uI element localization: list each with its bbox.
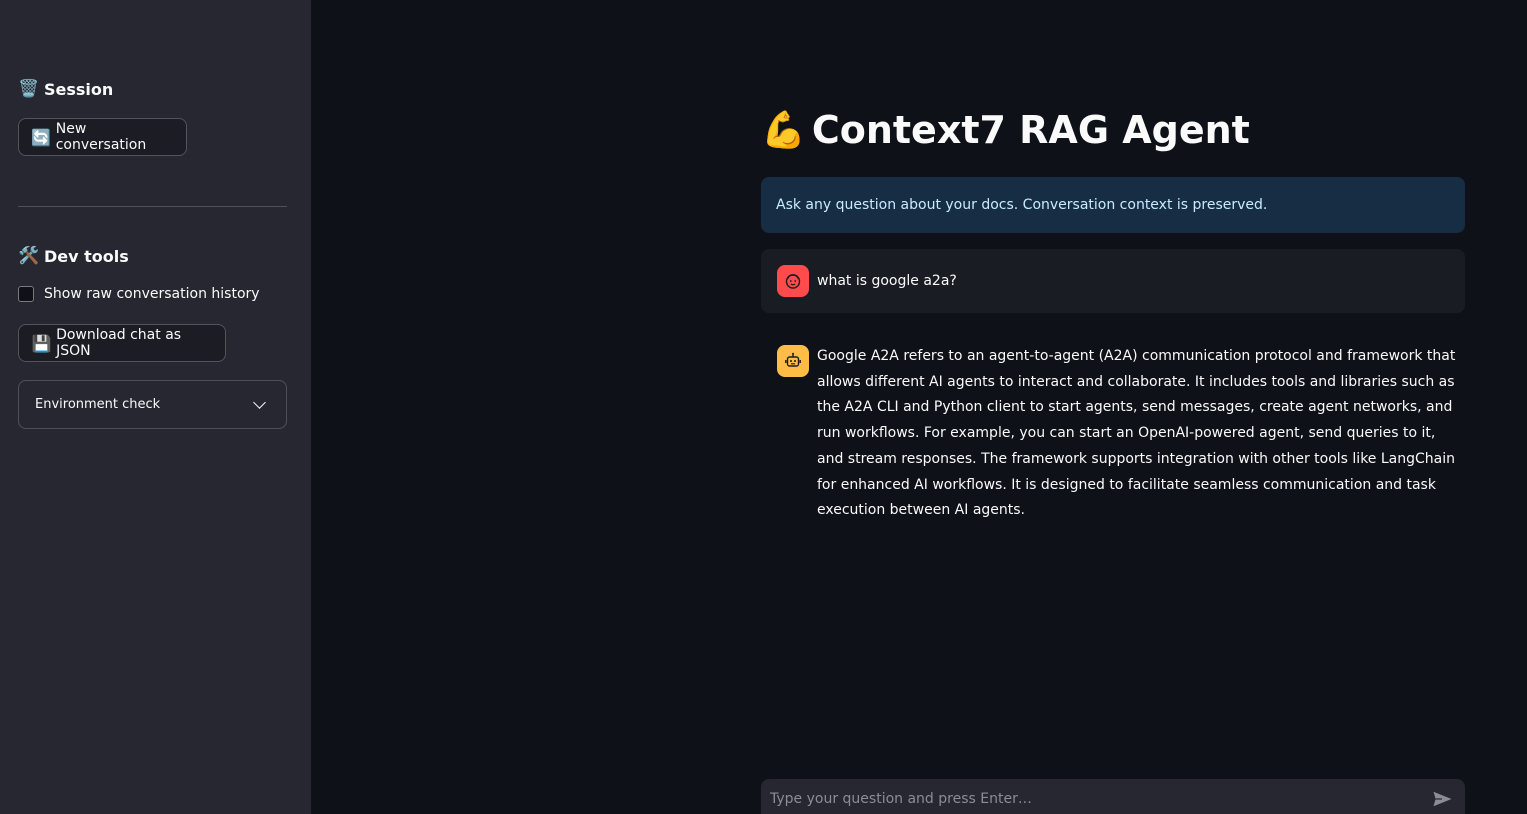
download-json-label: Download chat as JSON bbox=[56, 327, 182, 359]
refresh-icon: 🔄 bbox=[31, 127, 52, 147]
sidebar-divider bbox=[18, 206, 287, 207]
flexed-biceps-icon: 💪 bbox=[761, 110, 806, 151]
assistant-message-text: Google A2A refers to an agent-to-agent (… bbox=[817, 348, 1456, 519]
assistant-message: Google A2A refers to an agent-to-agent (… bbox=[761, 345, 1465, 524]
download-json-button[interactable]: 💾 Download chat as JSON bbox=[18, 324, 226, 362]
app: 🗑️ Session 🔄 New conversation 🛠️ Dev too… bbox=[0, 0, 1527, 814]
show-history-checkbox-row[interactable]: Show raw conversation history bbox=[18, 286, 260, 302]
session-heading: 🗑️ Session bbox=[18, 79, 113, 99]
environment-check-expander[interactable]: Environment check bbox=[18, 380, 287, 429]
environment-check-label: Environment check bbox=[35, 397, 161, 412]
send-button[interactable] bbox=[1430, 789, 1454, 809]
info-alert-text: Ask any question about your docs. Conver… bbox=[776, 197, 1268, 213]
user-message-text: what is google a2a? bbox=[817, 273, 957, 289]
session-heading-label: Session bbox=[44, 79, 114, 99]
page-title: 💪 Context7 RAG Agent bbox=[761, 108, 1250, 152]
sidebar: 🗑️ Session 🔄 New conversation 🛠️ Dev too… bbox=[0, 0, 311, 814]
show-history-label: Show raw conversation history bbox=[44, 286, 260, 302]
wastebasket-icon: 🗑️ bbox=[18, 79, 40, 99]
send-icon bbox=[1433, 791, 1451, 807]
new-conversation-button[interactable]: 🔄 New conversation bbox=[18, 118, 187, 156]
chat-input[interactable] bbox=[770, 789, 1410, 809]
dev-tools-heading: 🛠️ Dev tools bbox=[18, 246, 129, 266]
new-conversation-label: New conversation bbox=[55, 121, 147, 153]
robot-icon bbox=[777, 345, 809, 377]
dev-tools-heading-label: Dev tools bbox=[44, 246, 129, 266]
floppy-disk-icon: 💾 bbox=[31, 333, 52, 353]
show-history-checkbox[interactable] bbox=[18, 286, 34, 302]
user-message: what is google a2a? bbox=[761, 249, 1465, 313]
info-alert: Ask any question about your docs. Conver… bbox=[761, 177, 1465, 233]
chat-input-container bbox=[761, 779, 1465, 814]
hammer-wrench-icon: 🛠️ bbox=[18, 246, 40, 266]
chevron-down-icon bbox=[253, 396, 266, 409]
page-title-text: Context7 RAG Agent bbox=[811, 108, 1250, 152]
user-face-icon bbox=[777, 265, 809, 297]
